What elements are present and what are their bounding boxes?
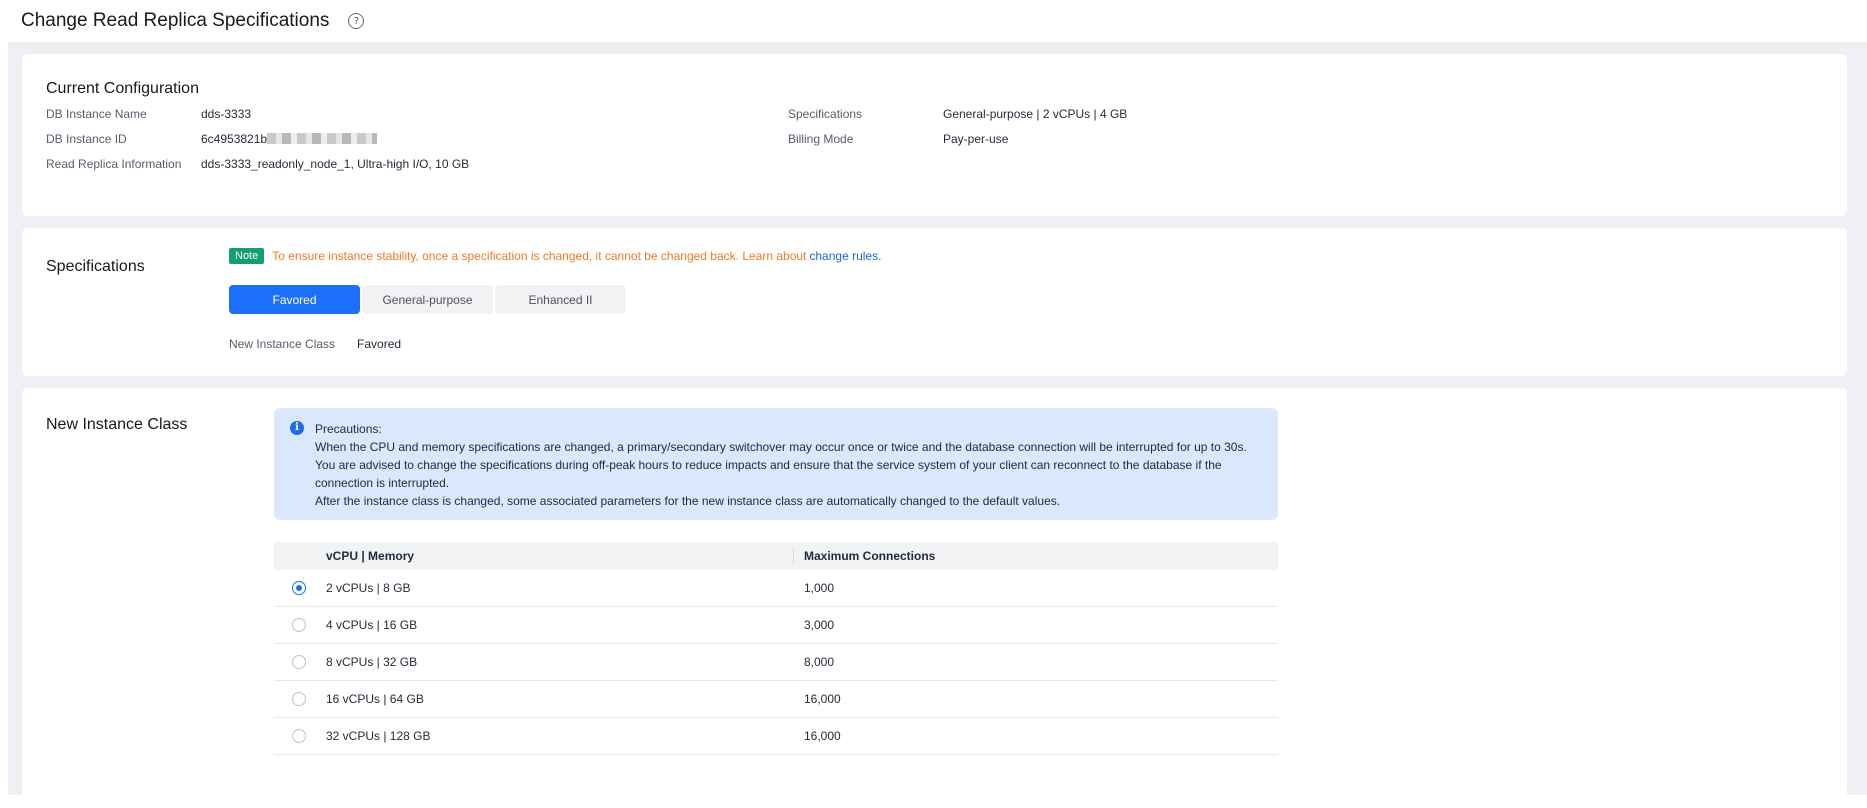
help-icon[interactable]: ? [348, 13, 365, 29]
billing-mode-value: Pay-per-use [943, 132, 1009, 146]
page-title: Change Read Replica Specifications [21, 10, 330, 31]
column-header-max-connections: Maximum Connections [804, 549, 936, 563]
radio-button[interactable] [292, 618, 306, 632]
db-instance-name-label: DB Instance Name [46, 107, 147, 121]
new-instance-class-label: New Instance Class [229, 337, 336, 351]
tab-favored[interactable]: Favored [229, 285, 360, 314]
read-replica-info-label: Read Replica Information [46, 157, 182, 171]
new-instance-class-card: New Instance Class i Precautions: When t… [22, 388, 1847, 808]
row-spec: 32 vCPUs | 128 GB [326, 729, 431, 743]
precautions-alert: i Precautions: When the CPU and memory s… [274, 408, 1278, 520]
row-spec: 4 vCPUs | 16 GB [326, 618, 418, 632]
row-spec: 8 vCPUs | 32 GB [326, 655, 418, 669]
db-instance-id-label: DB Instance ID [46, 132, 127, 146]
table-row[interactable]: 32 vCPUs | 128 GB 16,000 [274, 718, 1278, 755]
current-configuration-title: Current Configuration [46, 80, 199, 97]
db-instance-id-value: 6c4953821b [201, 132, 268, 146]
table-row[interactable]: 2 vCPUs | 8 GB 1,000 [274, 570, 1278, 607]
radio-button[interactable] [292, 729, 306, 743]
new-instance-class-row: New Instance Class Favored [229, 337, 401, 351]
new-instance-class-title: New Instance Class [46, 416, 188, 433]
radio-button[interactable] [292, 692, 306, 706]
table-header: vCPU | Memory Maximum Connections [274, 542, 1278, 570]
content-area: Current Configuration DB Instance Name d… [8, 42, 1867, 808]
note-text: To ensure instance stability, once a spe… [272, 249, 807, 263]
read-replica-info-value: dds-3333_readonly_node_1, Ultra-high I/O… [201, 157, 470, 171]
column-header-vcpu-memory: vCPU | Memory [326, 549, 415, 563]
tab-general-purpose[interactable]: General-purpose [362, 285, 493, 314]
db-instance-name-value: dds-3333 [201, 107, 252, 121]
column-divider [793, 548, 794, 564]
current-configuration-card: Current Configuration DB Instance Name d… [22, 54, 1847, 216]
precaution-line: You are advised to change the specificat… [315, 458, 1222, 472]
row-max-connections: 3,000 [804, 618, 835, 632]
note-row: Note To ensure instance stability, once … [229, 248, 881, 264]
table-row[interactable]: 16 vCPUs | 64 GB 16,000 [274, 681, 1278, 718]
tab-enhanced-ii[interactable]: Enhanced II [495, 285, 626, 314]
db-instance-id-value-wrap: 6c4953821b [201, 132, 378, 146]
precaution-line: When the CPU and memory specifications a… [315, 440, 1247, 454]
table-row[interactable]: 8 vCPUs | 32 GB 8,000 [274, 644, 1278, 681]
precaution-line: After the instance class is changed, som… [315, 494, 1061, 508]
info-icon: i [290, 421, 304, 435]
instance-type-tabs: Favored General-purpose Enhanced II [229, 285, 628, 314]
radio-button[interactable] [292, 581, 306, 595]
row-max-connections: 8,000 [804, 655, 835, 669]
specifications-value: General-purpose | 2 vCPUs | 4 GB [943, 107, 1128, 121]
radio-button[interactable] [292, 655, 306, 669]
instance-class-table: vCPU | Memory Maximum Connections 2 vCPU… [274, 542, 1278, 755]
note-badge: Note [229, 248, 265, 264]
specifications-card: Specifications Note To ensure instance s… [22, 228, 1847, 376]
redacted-block [267, 133, 378, 144]
page-header: Change Read Replica Specifications ? [0, 0, 1867, 42]
new-instance-class-value: Favored [357, 337, 402, 351]
specifications-title: Specifications [46, 258, 145, 275]
row-max-connections: 16,000 [804, 692, 841, 706]
row-max-connections: 1,000 [804, 581, 835, 595]
precaution-line: Precautions: [315, 422, 382, 436]
billing-mode-label: Billing Mode [788, 132, 854, 146]
change-rules-link[interactable]: change rules. [809, 249, 881, 263]
table-row[interactable]: 4 vCPUs | 16 GB 3,000 [274, 607, 1278, 644]
row-spec: 2 vCPUs | 8 GB [326, 581, 411, 595]
precaution-line: connection is interrupted. [315, 476, 450, 490]
row-spec: 16 vCPUs | 64 GB [326, 692, 424, 706]
row-max-connections: 16,000 [804, 729, 841, 743]
specifications-label: Specifications [788, 107, 863, 121]
